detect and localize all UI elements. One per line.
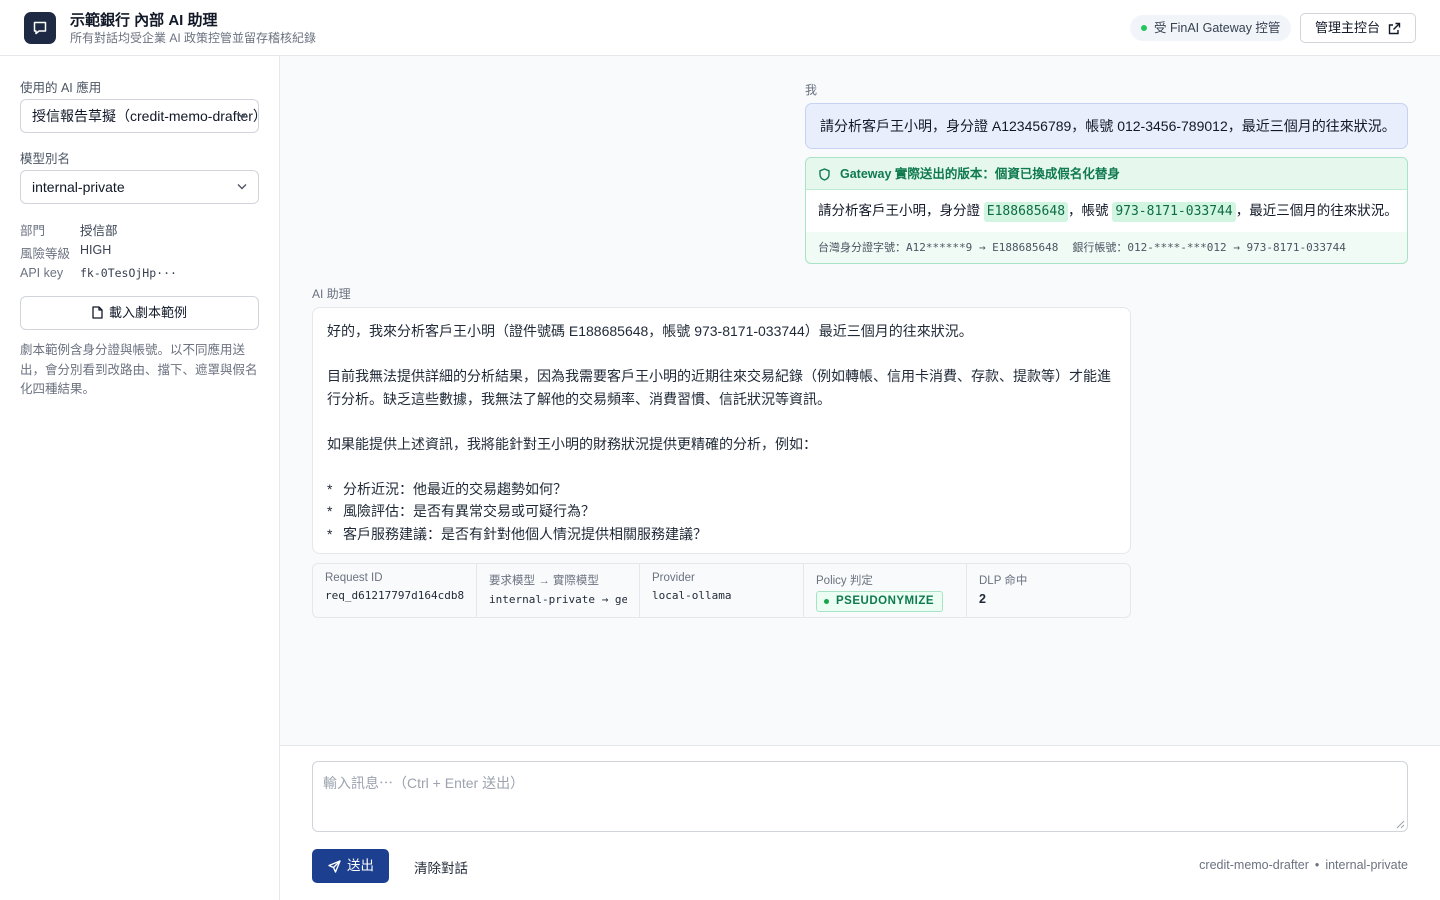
app-select[interactable]: 授信報告草擬（credit-memo-drafter） (20, 99, 259, 133)
ai-paragraph: 好的，我來分析客戶王小明（證件號碼 E188685648，帳號 973-8171… (327, 323, 973, 339)
model-select-label: 模型別名 (20, 152, 71, 166)
policy-badge: PSEUDONYMIZE (816, 591, 944, 612)
meta-cell-model: 要求模型 → 實際模型 internal-private → ge··· (477, 564, 640, 617)
send-button[interactable]: 送出 (312, 849, 389, 883)
ai-message: 好的，我來分析客戶王小明（證件號碼 E188685648，帳號 973-8171… (312, 307, 1131, 554)
meta-value: fk-0TesOjHp··· (80, 266, 177, 280)
meta-key: 部門 (20, 224, 46, 238)
send-button-label: 送出 (347, 858, 374, 873)
ai-paragraph: 目前我無法提供詳細的分析結果，因為我需要客戶王小明的近期往來交易紀錄（例如轉帳、… (327, 368, 1111, 407)
meta-cell-request-id: Request ID req_d61217797d164cdb85··· (313, 564, 477, 617)
mapping-account: 銀行帳號：012-****-***012 → 973-8171-033744 (1072, 241, 1346, 254)
ai-bullet-text: 客戶服務建議：是否有針對他個人情況提供相關服務建議？ (343, 525, 707, 542)
meta-cell-dlp: DLP 命中 2 (967, 564, 1130, 617)
mapping-id: 台灣身分證字號：A12******9 → E188685648 (818, 241, 1059, 254)
bullet-marker: * (327, 525, 333, 542)
pseudonym-mapping: 台灣身分證字號：A12******9 → E188685648 銀行帳號：012-… (818, 239, 1346, 255)
ai-bullet-text: 分析近況：他最近的交易趨勢如何？ (343, 480, 567, 497)
meta-cell-label: DLP 命中 (979, 575, 1028, 587)
meta-cell-label: Policy 判定 (816, 575, 873, 587)
ai-role-label: AI 助理 (312, 287, 351, 301)
sidebar-hint: 劇本範例含身分證與帳號。以不同應用送出，會分別看到改路由、擋下、遮罩與假名化四種… (20, 343, 258, 396)
user-message: 請分析客戶王小明，身分證 A123456789，帳號 012-3456-7890… (805, 103, 1408, 149)
gateway-sent-version: Gateway 實際送出的版本：個資已換成假名化替身 請分析客戶王小明，身分證 … (805, 157, 1408, 264)
meta-cell-label: Request ID (325, 572, 383, 584)
request-meta-table: Request ID req_d61217797d164cdb85··· 要求模… (312, 563, 1131, 618)
chat-bubble-icon (24, 12, 56, 44)
gateway-sent-header: Gateway 實際送出的版本：個資已換成假名化替身 (806, 158, 1407, 190)
resize-handle-icon[interactable] (1396, 820, 1405, 829)
ai-paragraph: 如果能提供上述資訊，我將能針對王小明的財務狀況提供更精確的分析，例如： (327, 435, 817, 452)
load-script-example-label: 載入劇本範例 (108, 305, 187, 320)
document-icon (92, 306, 103, 319)
load-script-example-button[interactable]: 載入劇本範例 (20, 296, 259, 330)
gateway-text-prefix: 請分析客戶王小明，身分證 (818, 203, 980, 218)
admin-console-label: 管理主控台 (1315, 20, 1381, 35)
shield-icon (819, 168, 830, 181)
route-info: credit-memo-drafter • internal-private (1199, 858, 1408, 872)
policy-value: PSEUDONYMIZE (836, 595, 935, 607)
meta-cell-provider: Provider local-ollama (640, 564, 804, 617)
app-select-label: 使用的 AI 應用 (20, 81, 102, 95)
meta-value: HIGH (80, 243, 112, 257)
user-role-label: 我 (805, 83, 818, 97)
gateway-text-mid: ，帳號 (1068, 203, 1109, 218)
gateway-sent-title: Gateway 實際送出的版本：個資已換成假名化替身 (840, 167, 1120, 181)
meta-cell-value: internal-private → ge··· (489, 593, 627, 606)
external-link-icon (1388, 22, 1401, 35)
ai-bullet-item: * 風險評估：是否有異常交易或可疑行為？ (327, 500, 1116, 523)
meta-cell-value: req_d61217797d164cdb85··· (325, 589, 464, 602)
message-input[interactable] (312, 761, 1408, 832)
route-separator: • (1314, 858, 1320, 872)
chevron-down-icon (237, 113, 247, 119)
bullet-marker: * (327, 480, 333, 497)
gateway-status-label: 受 FinAI Gateway 控管 (1154, 21, 1281, 35)
app-select-value: 授信報告草擬（credit-memo-drafter） (32, 108, 259, 124)
chevron-down-icon (237, 184, 247, 190)
pseudonym-token-id: E188685648 (983, 202, 1069, 222)
model-select[interactable]: internal-private (20, 170, 259, 204)
model-select-value: internal-private (32, 179, 125, 195)
composer: 送出 清除對話 credit-memo-drafter • internal-pri… (280, 745, 1440, 900)
meta-key: 風險等級 (20, 247, 71, 261)
status-dot-icon (1141, 25, 1147, 31)
route-model: internal-private (1325, 858, 1408, 872)
route-app: credit-memo-drafter (1199, 858, 1309, 872)
policy-dot-icon (824, 599, 829, 604)
gateway-sent-text: 請分析客戶王小明，身分證 E188685648 ，帳號 973-8171-0337… (806, 190, 1407, 232)
meta-cell-policy: Policy 判定 PSEUDONYMIZE (804, 564, 967, 617)
meta-cell-value: local-ollama (652, 589, 732, 602)
bullet-marker: * (327, 503, 333, 519)
meta-cell-label: 要求模型 → 實際模型 (489, 575, 599, 587)
app-subtitle: 所有對話均受企業 AI 政策控管並留存稽核紀錄 (70, 31, 317, 45)
ai-bullet-item: * 客戶服務建議：是否有針對他個人情況提供相關服務建議？ (327, 523, 1116, 546)
sidebar: 使用的 AI 應用 授信報告草擬（credit-memo-drafter） 模型… (0, 56, 280, 900)
send-icon (328, 860, 341, 873)
gateway-text-suffix: ，最近三個月的往來狀況。 (1235, 203, 1398, 218)
pseudonym-token-account: 973-8171-033744 (1112, 202, 1236, 222)
app-title: 示範銀行 內部 AI 助理 (70, 12, 218, 29)
meta-value: 授信部 (80, 224, 118, 238)
ai-bullet-text: 風險評估：是否有異常交易或可疑行為？ (343, 503, 595, 519)
app-header: 示範銀行 內部 AI 助理 所有對話均受企業 AI 政策控管並留存稽核紀錄 受 … (0, 0, 1440, 56)
gateway-status-badge: 受 FinAI Gateway 控管 (1130, 15, 1292, 41)
meta-cell-value: 2 (979, 592, 986, 606)
meta-key: API key (20, 266, 64, 280)
clear-conversation-button[interactable]: 清除對話 (414, 857, 468, 877)
admin-console-button[interactable]: 管理主控台 (1300, 13, 1416, 43)
meta-cell-label: Provider (652, 572, 695, 584)
ai-bullet-item: * 分析近況：他最近的交易趨勢如何？ (327, 478, 1116, 501)
